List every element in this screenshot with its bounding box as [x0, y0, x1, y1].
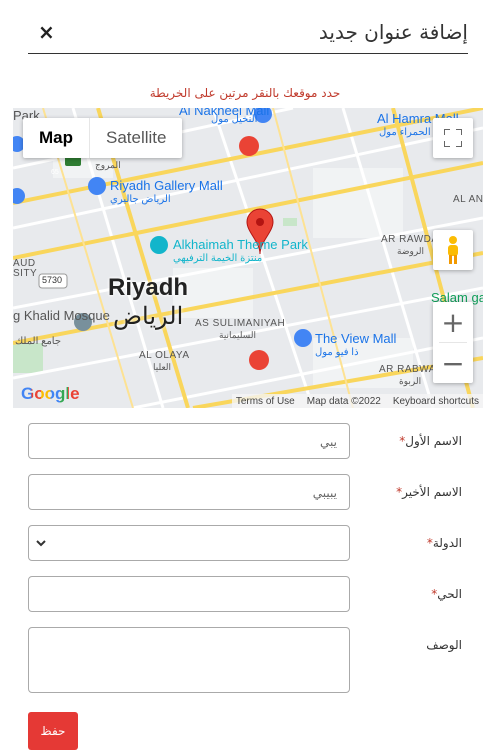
map-hint: حدد موقعك بالنقر مرتين على الخريطة: [149, 86, 341, 100]
district-label: الحي*: [431, 587, 462, 601]
poi-gallery-ar: الرياض جاليري: [110, 194, 171, 205]
description-textarea[interactable]: [28, 627, 350, 693]
fullscreen-icon: [444, 129, 462, 147]
last-name-label-text: الاسم الأخير: [402, 485, 462, 499]
poi-viewmall-ar: ذا فيو مول: [315, 347, 359, 358]
modal-header: × إضافة عنوان جديد: [28, 14, 468, 54]
google-logo-text: Google: [21, 384, 80, 403]
district-rawda-ar: الروضة: [397, 246, 425, 256]
district-input[interactable]: [28, 576, 350, 612]
last-name-label: الاسم الأخير*: [396, 485, 462, 499]
poi-nakheel-ar: النخيل مول: [211, 114, 258, 125]
fullscreen-button[interactable]: [433, 118, 473, 158]
first-name-input[interactable]: يبي: [28, 423, 350, 459]
chevron-down-icon: [36, 540, 46, 547]
district-rabwah-ar: الربوة: [399, 376, 422, 386]
district-olaya-ar: العليا: [153, 362, 172, 372]
first-name-label-text: الاسم الأول: [405, 434, 462, 448]
map[interactable]: 65 5730 المروج Riyadh الرياض Riyadh Gall…: [13, 108, 483, 408]
country-label: الدولة*: [427, 536, 462, 550]
map-type-control: Map Satellite: [23, 118, 183, 158]
road-5730-label: 5730: [42, 275, 63, 285]
poi-mosque[interactable]: g Khalid Mosque: [13, 308, 110, 323]
zoom-in-button[interactable]: +: [433, 302, 473, 342]
district-sulimaniyah-ar: السليمانية: [219, 330, 256, 340]
google-logo[interactable]: Google: [21, 384, 80, 404]
map-data-text: Map data ©2022: [306, 395, 381, 407]
country-select[interactable]: [28, 525, 350, 561]
pegman-icon: [448, 236, 458, 264]
terms-link[interactable]: Terms of Use: [236, 396, 295, 407]
close-button[interactable]: ×: [38, 20, 55, 44]
district-sulimaniyah: AS SULIMANIYAH: [195, 318, 286, 329]
description-label: الوصف: [426, 638, 462, 652]
zoom-out-button[interactable]: −: [433, 343, 473, 383]
map-type-satellite-button[interactable]: Satellite: [90, 118, 182, 158]
district-rawda: AR RAWDA: [381, 234, 439, 245]
road-ar-label: المروج: [95, 160, 121, 170]
district-sity: SITY: [13, 268, 38, 279]
city-label-ar: الرياض: [113, 303, 184, 330]
last-name-input[interactable]: يبيبي: [28, 474, 350, 510]
poi-mosque-ar: جامع الملك: [15, 336, 62, 347]
street-view-button[interactable]: [433, 230, 473, 270]
poi-park-ar: منتزة الخيمة الترفيهي: [173, 253, 263, 264]
district-an: AL AN: [453, 194, 483, 205]
road-65-label: 65: [51, 169, 59, 176]
map-type-map-button[interactable]: Map: [23, 118, 90, 158]
poi-hamra-ar: الحمراء مول: [379, 127, 431, 138]
city-label: Riyadh: [108, 274, 189, 301]
poi-gallery[interactable]: Riyadh Gallery Mall: [110, 178, 223, 193]
zoom-control: + −: [433, 302, 473, 383]
modal-title: إضافة عنوان جديد: [318, 20, 468, 44]
district-label-text: الحي: [437, 587, 462, 601]
map-footer: Terms of Use Map data ©2022 Keyboard sho…: [231, 394, 483, 408]
save-button[interactable]: حفظ: [28, 712, 78, 750]
first-name-label: الاسم الأول*: [399, 434, 462, 448]
country-label-text: الدولة: [432, 536, 462, 550]
district-olaya: AL OLAYA: [139, 350, 190, 361]
keyboard-shortcuts-link[interactable]: Keyboard shortcuts: [393, 396, 479, 407]
poi-park[interactable]: Alkhaimah Theme Park: [173, 237, 308, 252]
poi-viewmall[interactable]: The View Mall: [315, 331, 396, 346]
